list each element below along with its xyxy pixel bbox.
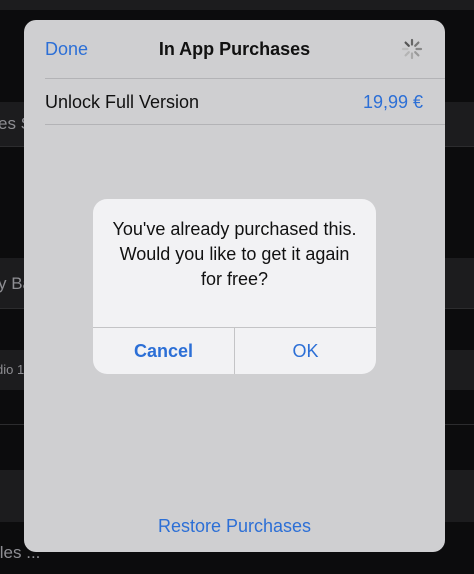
product-row-unlock-full-version[interactable]: Unlock Full Version 19,99 € bbox=[24, 79, 445, 124]
background-text: dio 1 bbox=[0, 362, 25, 377]
divider bbox=[45, 124, 445, 125]
background-band bbox=[0, 0, 474, 10]
product-price[interactable]: 19,99 € bbox=[363, 92, 423, 113]
page-title: In App Purchases bbox=[158, 39, 311, 59]
already-purchased-alert: You've already purchased this. Would you… bbox=[93, 199, 376, 374]
ok-button[interactable]: OK bbox=[235, 328, 376, 374]
cancel-button[interactable]: Cancel bbox=[93, 328, 234, 374]
restore-purchases-button[interactable]: Restore Purchases bbox=[24, 516, 445, 537]
navigation-bar: Done In App Purchases bbox=[24, 20, 445, 78]
activity-spinner-icon bbox=[401, 38, 423, 60]
alert-message: You've already purchased this. Would you… bbox=[112, 219, 357, 289]
product-label: Unlock Full Version bbox=[45, 92, 200, 112]
